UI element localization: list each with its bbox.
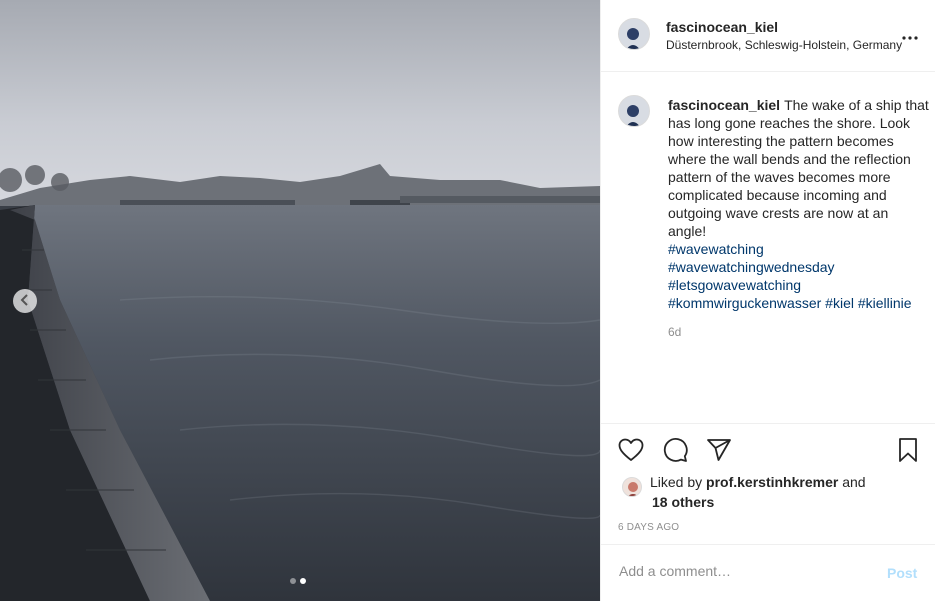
liked-by-prefix: Liked by <box>650 474 703 490</box>
caption-username[interactable]: fascinocean_kiel <box>668 97 780 113</box>
share-icon <box>706 438 732 465</box>
liker-avatar[interactable] <box>622 477 642 497</box>
hashtag-link[interactable]: #kiel <box>825 295 854 311</box>
post-sidebar: fascinocean_kiel Düsternbrook, Schleswig… <box>600 0 935 601</box>
likes-summary: Liked by prof.kerstinhkremer and 18 othe… <box>601 472 935 516</box>
carousel-indicator <box>290 578 306 584</box>
comment-icon <box>662 437 688 466</box>
save-button[interactable] <box>895 437 921 466</box>
more-options-icon <box>902 27 918 43</box>
chevron-left-icon <box>20 293 30 309</box>
hashtag-link[interactable]: #letsgowavewatching <box>668 277 801 293</box>
hashtag-link[interactable]: #wavewatching <box>668 241 764 257</box>
avatar[interactable] <box>618 18 650 50</box>
liked-by-text: Liked by prof.kerstinhkremer and <box>650 474 866 490</box>
caption-text: fascinocean_kiel The wake of a ship that … <box>668 96 930 312</box>
comment-form: Post <box>601 544 935 601</box>
harbor-photo <box>0 0 600 601</box>
username-link[interactable]: fascinocean_kiel <box>666 19 778 35</box>
others-likes-link[interactable]: 18 others <box>652 494 714 510</box>
carousel-dot-active <box>300 578 306 584</box>
hashtag-link[interactable]: #kiellinie <box>858 295 912 311</box>
action-bar <box>601 434 935 468</box>
caption-body: The wake of a ship that has long gone re… <box>668 97 929 239</box>
comment-input[interactable] <box>619 563 869 579</box>
post-header: fascinocean_kiel Düsternbrook, Schleswig… <box>601 0 935 72</box>
post-comment-button[interactable]: Post <box>887 565 917 581</box>
liker-username[interactable]: prof.kerstinhkremer <box>706 474 838 490</box>
like-button[interactable] <box>618 438 644 464</box>
caption-section: fascinocean_kiel The wake of a ship that … <box>601 72 935 424</box>
post-date[interactable]: 6 DAYS AGO <box>618 522 679 533</box>
hashtag-link[interactable]: #kommwirguckenwasser <box>668 295 821 311</box>
more-options-button[interactable] <box>900 26 920 44</box>
carousel-dot <box>290 578 296 584</box>
hashtag-link[interactable]: #wavewatchingwednesday <box>668 259 835 275</box>
caption-avatar[interactable] <box>618 95 650 127</box>
post-photo[interactable] <box>0 0 600 601</box>
location-link[interactable]: Düsternbrook, Schleswig-Holstein, German… <box>666 38 902 52</box>
share-button[interactable] <box>706 438 732 464</box>
heart-icon <box>618 438 644 465</box>
relative-time[interactable]: 6d <box>668 325 681 339</box>
bookmark-icon <box>897 437 919 466</box>
comment-button[interactable] <box>662 437 688 466</box>
previous-slide-button[interactable] <box>13 289 37 313</box>
liked-by-and: and <box>842 474 866 490</box>
